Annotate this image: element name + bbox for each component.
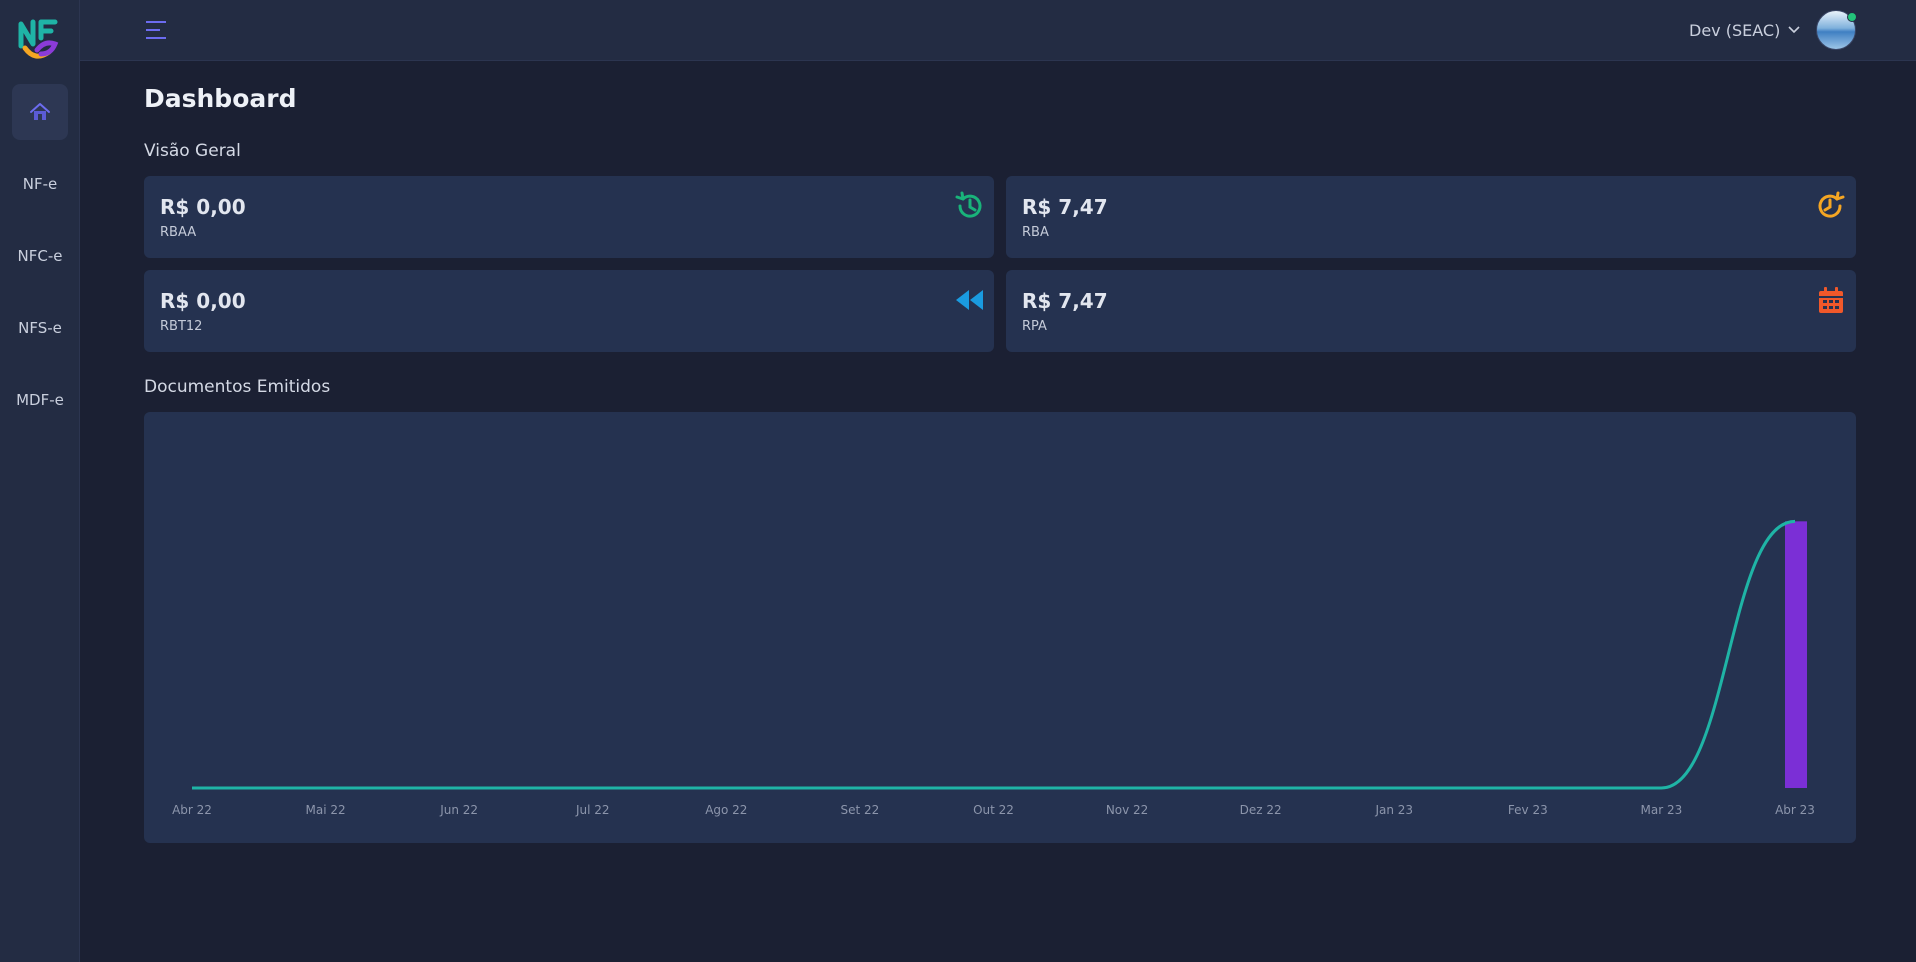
card-label: RPA (1022, 319, 1047, 334)
sidebar-item-nfse[interactable]: NFS-e (0, 319, 80, 337)
home-icon (30, 103, 50, 120)
x-tick-label: Jun 22 (439, 803, 478, 817)
card-rbaa: R$ 0,00 RBAA (144, 176, 994, 258)
nfe-logo[interactable] (15, 14, 63, 62)
user-name: Dev (SEAC) (1689, 20, 1781, 40)
x-tick-label: Ago 22 (705, 803, 747, 817)
x-tick-label: Dez 22 (1240, 803, 1282, 817)
x-tick-label: Set 22 (841, 803, 880, 817)
card-value: R$ 0,00 (160, 195, 246, 219)
x-tick-label: Mai 22 (306, 803, 346, 817)
card-value: R$ 7,47 (1022, 289, 1108, 313)
documents-chart-panel: Abr 22 Mai 22 Jun 22 Jul 22 Ago 22 Set 22 Out … (144, 412, 1856, 843)
x-tick-label: Nov 22 (1106, 803, 1149, 817)
card-rpa: R$ 7,47 RPA (1006, 270, 1856, 352)
card-label: RBAA (160, 225, 197, 240)
history-icon (955, 191, 982, 218)
x-tick-label: Abr 22 (172, 803, 212, 817)
card-rbt12: R$ 0,00 RBT12 (144, 270, 994, 352)
x-tick-label: Jul 22 (575, 803, 610, 817)
chevron-down-icon (1788, 26, 1800, 34)
sidebar-item-nfe[interactable]: NF-e (0, 175, 80, 193)
hamburger-menu-icon[interactable] (144, 19, 168, 41)
backward-icon (956, 290, 983, 310)
sidebar: NF-e NFC-e NFS-e MDF-e (0, 0, 80, 962)
sidebar-item-nfce[interactable]: NFC-e (0, 247, 80, 265)
online-status-dot (1847, 12, 1857, 22)
sidebar-item-mdfe[interactable]: MDF-e (0, 391, 80, 409)
documents-title: Documentos Emitidos (144, 377, 331, 397)
x-tick-label: Abr 23 (1775, 803, 1815, 817)
sidebar-item-home[interactable] (12, 84, 68, 140)
card-label: RBA (1022, 225, 1049, 240)
card-value: R$ 0,00 (160, 289, 246, 313)
page-title: Dashboard (144, 84, 297, 113)
x-tick-label: Jan 23 (1374, 803, 1413, 817)
documents-chart: Abr 22 Mai 22 Jun 22 Jul 22 Ago 22 Set 22 Out … (172, 519, 1815, 817)
card-rba: R$ 7,47 RBA (1006, 176, 1856, 258)
x-tick-label: Mar 23 (1641, 803, 1683, 817)
line-series (192, 519, 1796, 790)
overview-title: Visão Geral (144, 141, 241, 161)
bar-abr-23[interactable] (1785, 521, 1807, 788)
card-label: RBT12 (160, 319, 203, 334)
card-value: R$ 7,47 (1022, 195, 1108, 219)
top-bar: Dev (SEAC) (80, 0, 1916, 61)
calendar-icon (1819, 287, 1843, 313)
x-tick-label: Fev 23 (1508, 803, 1548, 817)
x-tick-label: Out 22 (973, 803, 1014, 817)
clock-rotate-icon (1818, 191, 1845, 218)
user-menu[interactable]: Dev (SEAC) (1689, 19, 1800, 41)
